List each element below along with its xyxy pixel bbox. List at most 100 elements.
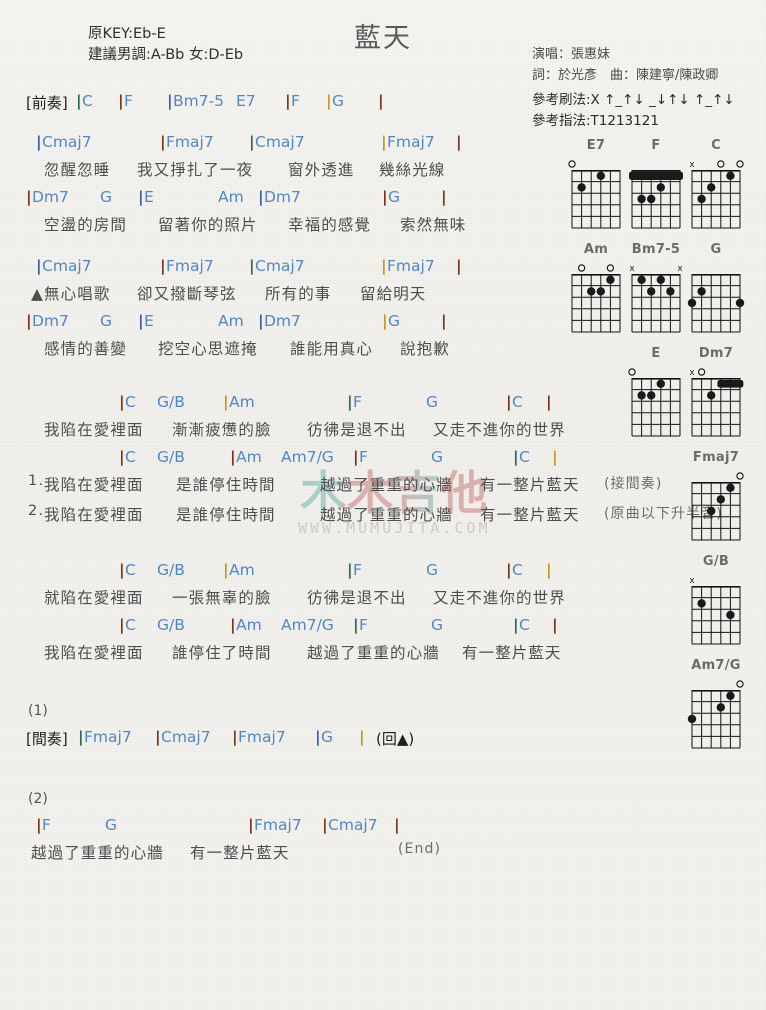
lyric-text: 彷彿是退不出 [307, 589, 407, 607]
chord-diagram-fmaj7: Fmaj7 [686, 450, 746, 546]
chord-symbol: C [519, 448, 530, 466]
chord-diagram-g-b: G/B x [686, 554, 746, 650]
chord-symbol: (回▲) [376, 730, 415, 748]
chord-symbol: Am7/G [281, 616, 334, 634]
chord-symbol: Cmaj7 [42, 257, 92, 275]
bar-separator: | [119, 616, 125, 634]
lyric-text: 感情的善變 [44, 340, 128, 358]
bar-separator: | [353, 448, 359, 466]
chord-symbol: Fmaj7 [254, 816, 302, 834]
chord-symbol: Bm7-5 [173, 92, 225, 110]
chord-symbol: Am [229, 561, 255, 579]
lyric-line: 越過了重重的心牆 有一整片藍天 (End) [0, 841, 600, 871]
chord-line: [間奏] | Fmaj7 | Cmaj7 | Fmaj7 | G | (回▲) [0, 728, 600, 753]
lyric-text: 一張無辜的臉 [172, 589, 272, 607]
chord-symbol: G/B [157, 616, 185, 634]
chord-symbol: Cmaj7 [255, 133, 305, 151]
bar-separator: | [232, 728, 238, 746]
lyric-line: ▲無心唱歌 卻又撥斷琴弦 所有的事 留給明天 [0, 282, 600, 312]
lyric-text: 漸漸疲憊的臉 [172, 421, 272, 439]
chord-diagram-grid [566, 258, 626, 338]
lyric-text: (End) [398, 841, 442, 857]
lyric-text: 誰能用真心 [290, 340, 374, 358]
chord-symbol: Am7/G [281, 448, 334, 466]
chord-diagram-row: G/B x [686, 554, 746, 657]
chord-line: | Cmaj7 | Fmaj7 | Cmaj7 | Fmaj7 | [0, 133, 600, 158]
lyric-text: 是誰停住時間 [176, 476, 276, 494]
chord-symbol: Fmaj7 [84, 728, 132, 746]
bar-separator: | [378, 92, 384, 110]
chord-symbol: Dm7 [264, 188, 301, 206]
chord-symbol: Fmaj7 [387, 133, 435, 151]
line-spacer [0, 117, 600, 133]
chord-diagram-label: E [651, 346, 661, 361]
lyric-text: 挖空心思遮掩 [158, 340, 258, 358]
bar-separator: | [359, 728, 365, 746]
music-body: [前奏] | C | F | Bm7-5 E7 | F | G | | Cmaj7 | Fmaj7 | Cmaj7 |… [0, 92, 722, 871]
line-spacer [0, 753, 600, 791]
bar-separator: | [223, 393, 229, 411]
chord-diagram-am: Am [566, 242, 626, 338]
lyric-text: 所有的事 [265, 285, 332, 303]
lyric-text: 我陷在愛裡面 [44, 506, 144, 524]
lyric-text: (接間奏) [604, 476, 663, 492]
chord-diagram-grid [686, 258, 746, 338]
line-spacer [0, 243, 600, 257]
bar-separator: | [76, 92, 82, 110]
chord-diagram-label: E7 [586, 138, 606, 153]
chord-symbol: Fmaj7 [387, 257, 435, 275]
bar-separator: | [506, 393, 512, 411]
chord-symbol: Dm7 [264, 312, 301, 330]
svg-text:x: x [689, 160, 694, 170]
svg-text:x: x [689, 368, 694, 378]
chord-symbol: C [125, 448, 136, 466]
chord-diagram-row: E7 F Cx [566, 138, 746, 241]
chord-symbol: G/B [157, 393, 185, 411]
chord-symbol: G [426, 561, 439, 579]
chord-diagram-label: G [710, 242, 722, 257]
chord-symbol: G/B [157, 448, 185, 466]
bar-separator: | [36, 816, 42, 834]
chord-line: [前奏] | C | F | Bm7-5 E7 | F | G | [0, 92, 600, 117]
chord-diagram-e7: E7 [566, 138, 626, 234]
chord-line: (2) [0, 791, 600, 816]
line-spacer [0, 533, 600, 561]
lyric-text: 越過了重重的心牆 [307, 644, 440, 662]
bar-separator: | [456, 257, 462, 275]
bar-separator: | [326, 92, 332, 110]
chord-diagram-row: Am Bm7-5 x x G [566, 242, 746, 345]
chord-symbol: G [431, 448, 444, 466]
chord-symbol: G [100, 312, 113, 330]
chord-diagram-grid [626, 154, 686, 234]
chord-symbol: G [332, 92, 345, 110]
lyric-text: 空盪的房間 [44, 216, 128, 234]
chord-diagram-label: Dm7 [698, 346, 734, 361]
bar-separator: | [347, 393, 353, 411]
lyric-line: 就陷在愛裡面 一張無辜的臉 彷彿是退不出 又走不進你的世界 [0, 586, 600, 616]
chord-symbol: Am [218, 188, 244, 206]
chord-symbol: F [359, 616, 368, 634]
lyric-text: 越過了重重的心牆 [31, 844, 164, 862]
bar-separator: | [546, 393, 552, 411]
chord-symbol: Fmaj7 [166, 257, 214, 275]
bar-separator: | [160, 257, 166, 275]
chord-diagram-grid: x [686, 362, 746, 442]
chord-symbol: Cmaj7 [255, 257, 305, 275]
lyric-line: 感情的善變 挖空心思遮掩 誰能用真心 說抱歉 [0, 337, 600, 367]
line-spacer [0, 367, 600, 393]
bar-separator: | [315, 728, 321, 746]
lyric-text: 窗外透進 [288, 161, 355, 179]
lyric-text: 越過了重重的心牆 [320, 506, 453, 524]
chord-diagram-label: G/B [702, 554, 730, 569]
bar-separator: | [322, 816, 328, 834]
bar-separator: | [347, 561, 353, 579]
chord-diagram-grid [686, 466, 746, 546]
bar-separator: | [552, 616, 558, 634]
lyric-text: 1. [28, 473, 45, 489]
bar-separator: | [552, 448, 558, 466]
chord-diagram-dm7: Dm7 x [686, 346, 746, 442]
bar-separator: | [382, 312, 388, 330]
bar-separator: | [78, 728, 84, 746]
lyric-line: 2. 我陷在愛裡面 是誰停住時間 越過了重重的心牆 有一整片藍天 (原曲以下升半音) [0, 503, 722, 533]
bar-separator: | [36, 133, 42, 151]
